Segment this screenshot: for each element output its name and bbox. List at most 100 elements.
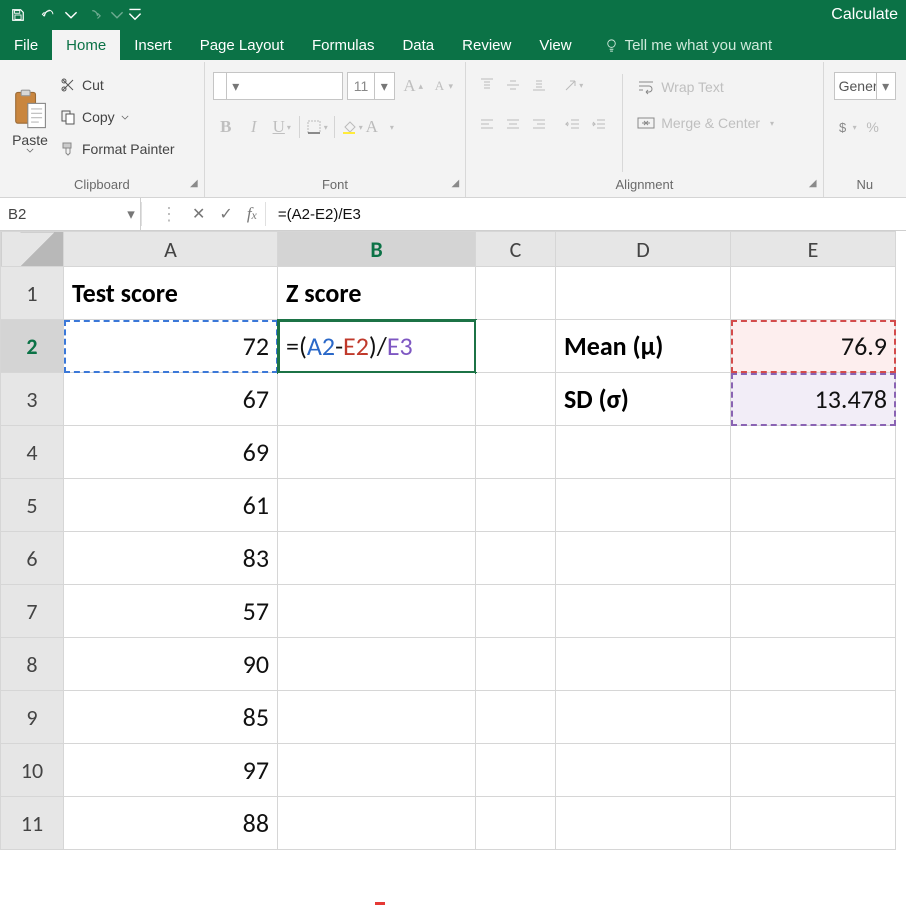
- cell-D2[interactable]: Mean (μ): [556, 320, 731, 373]
- row-header-11[interactable]: 11: [1, 797, 64, 850]
- tab-view[interactable]: View: [525, 30, 585, 60]
- cell-B11[interactable]: [278, 797, 476, 850]
- tab-file[interactable]: File: [0, 30, 52, 60]
- cell-D8[interactable]: [556, 638, 731, 691]
- increase-indent-button[interactable]: [586, 112, 612, 138]
- cell-D7[interactable]: [556, 585, 731, 638]
- cell-D1[interactable]: [556, 267, 731, 320]
- cell-C5[interactable]: [476, 479, 556, 532]
- align-middle-button[interactable]: [500, 72, 526, 98]
- merge-center-button[interactable]: Merge & Center ▾: [633, 108, 778, 138]
- tab-formulas[interactable]: Formulas: [298, 30, 389, 60]
- cell-C3[interactable]: [476, 373, 556, 426]
- name-box-dropdown[interactable]: ▾: [122, 198, 140, 230]
- cell-B8[interactable]: [278, 638, 476, 691]
- row-header-5[interactable]: 5: [1, 479, 64, 532]
- cell-B3[interactable]: [278, 373, 476, 426]
- bold-button[interactable]: B: [213, 114, 239, 140]
- col-header-D[interactable]: D: [556, 232, 731, 267]
- tab-home[interactable]: Home: [52, 30, 120, 60]
- font-size-select[interactable]: 11 ▾: [347, 72, 395, 100]
- cell-B2[interactable]: =(A2-E2)/E3: [278, 320, 476, 373]
- cell-E6[interactable]: [731, 532, 896, 585]
- spreadsheet-grid[interactable]: A B C D E 1 Test score Z score 2 72 =(A2…: [0, 231, 906, 850]
- cell-D4[interactable]: [556, 426, 731, 479]
- col-header-E[interactable]: E: [731, 232, 896, 267]
- cell-C10[interactable]: [476, 744, 556, 797]
- cell-E3[interactable]: 13.478: [731, 373, 896, 426]
- cell-D3[interactable]: SD (σ): [556, 373, 731, 426]
- format-painter-button[interactable]: Format Painter: [56, 134, 179, 164]
- align-bottom-button[interactable]: [526, 72, 552, 98]
- cell-D10[interactable]: [556, 744, 731, 797]
- cell-E7[interactable]: [731, 585, 896, 638]
- orientation-button[interactable]: ▾: [560, 72, 586, 98]
- col-header-C[interactable]: C: [476, 232, 556, 267]
- redo-dropdown[interactable]: [110, 1, 124, 29]
- cell-E1[interactable]: [731, 267, 896, 320]
- row-header-10[interactable]: 10: [1, 744, 64, 797]
- cell-C2[interactable]: [476, 320, 556, 373]
- cell-B1[interactable]: Z score: [278, 267, 476, 320]
- align-right-button[interactable]: [526, 112, 552, 138]
- borders-button[interactable]: ▾: [304, 114, 330, 140]
- cell-A3[interactable]: 67: [64, 373, 278, 426]
- underline-button[interactable]: U▾: [269, 114, 295, 140]
- cell-C11[interactable]: [476, 797, 556, 850]
- cell-B7[interactable]: [278, 585, 476, 638]
- tab-page-layout[interactable]: Page Layout: [186, 30, 298, 60]
- cell-A11[interactable]: 88: [64, 797, 278, 850]
- paste-button[interactable]: Paste: [4, 66, 56, 174]
- cell-A1[interactable]: Test score: [64, 267, 278, 320]
- cell-C7[interactable]: [476, 585, 556, 638]
- number-format-select[interactable]: General ▾: [834, 72, 896, 100]
- row-header-1[interactable]: 1: [1, 267, 64, 320]
- cell-D9[interactable]: [556, 691, 731, 744]
- align-top-button[interactable]: [474, 72, 500, 98]
- undo-dropdown[interactable]: [64, 1, 78, 29]
- row-header-7[interactable]: 7: [1, 585, 64, 638]
- row-header-4[interactable]: 4: [1, 426, 64, 479]
- fill-color-button[interactable]: ▾: [339, 114, 365, 140]
- cell-C6[interactable]: [476, 532, 556, 585]
- enter-formula-button[interactable]: ✓: [219, 204, 232, 224]
- font-color-button[interactable]: A ▾: [367, 114, 393, 140]
- cell-E11[interactable]: [731, 797, 896, 850]
- cancel-formula-button[interactable]: ✕: [192, 204, 205, 224]
- cell-D5[interactable]: [556, 479, 731, 532]
- formula-input[interactable]: =(A2-E2)/E3: [266, 198, 906, 230]
- tab-data[interactable]: Data: [388, 30, 448, 60]
- cell-E10[interactable]: [731, 744, 896, 797]
- select-all-corner[interactable]: [1, 232, 64, 267]
- cell-C8[interactable]: [476, 638, 556, 691]
- dialog-launcher[interactable]: ◢: [190, 178, 198, 189]
- cell-C1[interactable]: [476, 267, 556, 320]
- cell-A2[interactable]: 72: [64, 320, 278, 373]
- cell-A5[interactable]: 61: [64, 479, 278, 532]
- wrap-text-button[interactable]: Wrap Text: [633, 72, 778, 102]
- align-left-button[interactable]: [474, 112, 500, 138]
- tell-me[interactable]: Tell me what you want: [586, 30, 773, 60]
- tab-insert[interactable]: Insert: [120, 30, 186, 60]
- name-box[interactable]: B2: [0, 198, 122, 230]
- accounting-format-button[interactable]: $▾: [834, 114, 860, 140]
- col-header-B[interactable]: B: [278, 232, 476, 267]
- row-header-2[interactable]: 2: [1, 320, 64, 373]
- col-header-A[interactable]: A: [64, 232, 278, 267]
- redo-button[interactable]: [80, 1, 108, 29]
- percent-format-button[interactable]: %: [860, 114, 886, 140]
- qat-customize[interactable]: [126, 1, 144, 29]
- cell-E4[interactable]: [731, 426, 896, 479]
- dialog-launcher[interactable]: ◢: [809, 178, 817, 189]
- cell-A4[interactable]: 69: [64, 426, 278, 479]
- row-header-3[interactable]: 3: [1, 373, 64, 426]
- align-center-button[interactable]: [500, 112, 526, 138]
- cell-D11[interactable]: [556, 797, 731, 850]
- cell-A8[interactable]: 90: [64, 638, 278, 691]
- cell-B5[interactable]: [278, 479, 476, 532]
- italic-button[interactable]: I: [241, 114, 267, 140]
- insert-function-button[interactable]: fx: [247, 204, 257, 224]
- cell-B9[interactable]: [278, 691, 476, 744]
- dialog-launcher[interactable]: ◢: [452, 178, 460, 189]
- cell-A6[interactable]: 83: [64, 532, 278, 585]
